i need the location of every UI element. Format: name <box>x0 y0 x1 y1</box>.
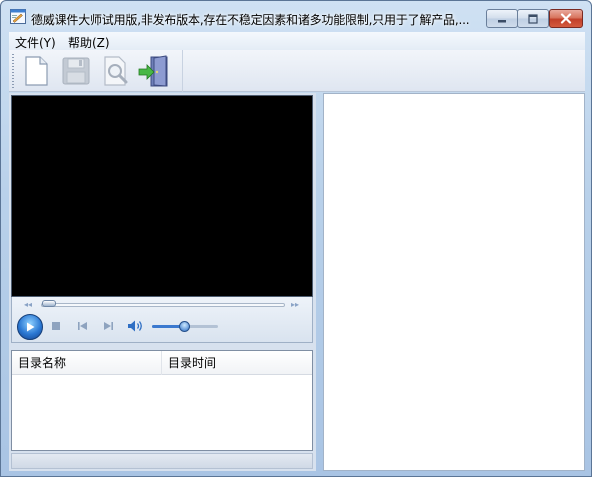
save-button[interactable] <box>59 54 93 88</box>
column-header-catalog-name[interactable]: 目录名称 <box>12 351 162 375</box>
title-bar[interactable]: 德威课件大师试用版,非发布版本,存在不稳定因素和诸多功能限制,只用于了解产品,.… <box>1 1 591 31</box>
close-button[interactable] <box>549 9 583 28</box>
next-icon[interactable] <box>103 321 114 331</box>
minimize-icon <box>498 19 506 22</box>
toolbar-grip[interactable] <box>12 54 14 88</box>
close-icon <box>560 13 572 24</box>
media-player-controls: ◂◂ ▸▸ <box>11 297 313 343</box>
menu-bar: 文件(Y) 帮助(Z) <box>9 32 585 50</box>
catalog-list-header: 目录名称 目录时间 <box>12 351 312 375</box>
catalog-list[interactable]: 目录名称 目录时间 <box>11 350 313 451</box>
toolbar <box>9 50 585 92</box>
left-pane: ◂◂ ▸▸ 目录名称 目录时间 <box>9 93 316 471</box>
seek-forward-icon[interactable]: ▸▸ <box>291 300 299 309</box>
play-icon <box>27 322 35 332</box>
exit-button[interactable] <box>137 54 171 88</box>
maximize-button[interactable] <box>517 9 549 28</box>
column-header-catalog-time[interactable]: 目录时间 <box>162 351 312 375</box>
volume-thumb[interactable] <box>179 321 190 332</box>
toolbar-separator <box>182 50 183 92</box>
video-area[interactable] <box>11 95 313 297</box>
exit-door-icon <box>138 55 168 87</box>
seek-bar[interactable] <box>41 303 285 307</box>
stop-icon[interactable] <box>51 321 61 331</box>
preview-icon <box>104 56 128 86</box>
window-title: 德威课件大师试用版,非发布版本,存在不稳定因素和诸多功能限制,只用于了解产品,.… <box>31 13 470 27</box>
seek-rewind-icon[interactable]: ◂◂ <box>24 300 32 309</box>
play-button[interactable] <box>17 314 43 340</box>
volume-icon[interactable] <box>127 319 145 333</box>
new-button[interactable] <box>19 54 53 88</box>
app-window: 德威课件大师试用版,非发布版本,存在不稳定因素和诸多功能限制,只用于了解产品,.… <box>0 0 592 477</box>
preview-button[interactable] <box>99 54 133 88</box>
maximize-icon <box>528 13 538 24</box>
right-content-pane[interactable] <box>323 93 585 471</box>
save-icon <box>62 57 90 85</box>
status-bar <box>11 453 313 469</box>
previous-icon[interactable] <box>77 321 88 331</box>
app-icon <box>10 9 26 24</box>
menu-help[interactable]: 帮助(Z) <box>68 34 110 51</box>
menu-file[interactable]: 文件(Y) <box>15 34 56 51</box>
minimize-button[interactable] <box>486 9 518 28</box>
seek-thumb[interactable] <box>42 300 56 307</box>
new-document-icon <box>25 56 48 86</box>
